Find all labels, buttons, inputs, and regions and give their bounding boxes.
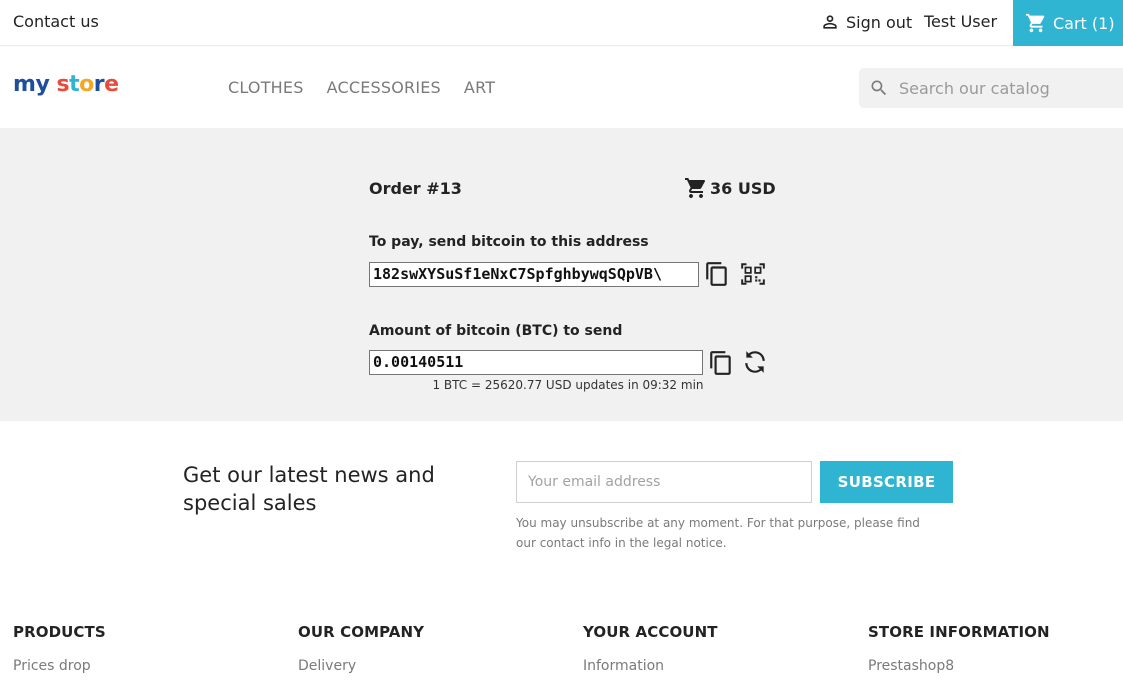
show-qr-button[interactable]: [739, 260, 767, 288]
user-account-link[interactable]: Test User: [924, 12, 997, 31]
search-icon[interactable]: [869, 78, 889, 98]
footer-link-prices-drop[interactable]: Prices drop: [13, 658, 106, 674]
newsletter-email-input[interactable]: [516, 461, 812, 503]
store-logo[interactable]: my store: [13, 72, 119, 97]
btc-amount-field[interactable]: 0.00140511: [369, 350, 703, 375]
address-label: To pay, send bitcoin to this address: [369, 234, 649, 250]
nav-art[interactable]: ART: [464, 78, 495, 97]
nav-clothes[interactable]: CLOTHES: [228, 78, 304, 97]
cart-label: Cart (1): [1053, 13, 1115, 33]
footer-store-name: Prestashop8: [868, 658, 955, 674]
nav-accessories[interactable]: ACCESSORIES: [327, 78, 441, 97]
main-nav: CLOTHES ACCESSORIES ART: [228, 78, 495, 97]
btc-address-field[interactable]: 182swXYSuSf1eNxC7SpfghbywqSQpVB\: [369, 262, 699, 287]
bitcoin-payment-panel: Order #13 36 USD To pay, send bitcoin to…: [0, 128, 1123, 421]
subscribe-button[interactable]: SUBSCRIBE: [820, 461, 953, 503]
footer-column-account: YOUR ACCOUNT Information: [583, 623, 718, 674]
order-number: Order #13: [369, 179, 462, 198]
amount-label: Amount of bitcoin (BTC) to send: [369, 323, 623, 339]
person-icon: [823, 15, 837, 29]
sign-out-label: Sign out: [846, 12, 913, 32]
cart-icon: [1025, 13, 1045, 33]
main-header: my store CLOTHES ACCESSORIES ART: [0, 47, 1123, 128]
top-bar: Contact us Sign out Test User Cart (1): [0, 0, 1123, 46]
order-total: 36 USD: [684, 176, 776, 200]
exchange-rate-text: 1 BTC = 25620.77 USD updates in 09:32 mi…: [432, 378, 704, 392]
footer-column-company: OUR COMPANY Delivery: [298, 623, 424, 674]
footer-link-delivery[interactable]: Delivery: [298, 658, 424, 674]
footer-column-products: PRODUCTS Prices drop: [13, 623, 106, 674]
refresh-icon: [745, 351, 765, 373]
sign-out-link[interactable]: Sign out: [820, 12, 912, 32]
cart-icon: [685, 178, 706, 198]
qr-code-icon: [741, 263, 765, 285]
copy-amount-button[interactable]: [707, 349, 735, 377]
copy-icon: [710, 351, 731, 375]
footer-heading: PRODUCTS: [13, 623, 106, 641]
copy-icon: [706, 262, 727, 286]
footer-heading: YOUR ACCOUNT: [583, 623, 718, 641]
footer-column-store-info: STORE INFORMATION Prestashop8: [868, 623, 1050, 674]
search-input[interactable]: [899, 78, 1119, 98]
search-box: [859, 68, 1123, 108]
contact-us-link[interactable]: Contact us: [13, 12, 99, 31]
refresh-rate-button[interactable]: [741, 348, 769, 376]
newsletter-note: You may unsubscribe at any moment. For t…: [516, 516, 920, 550]
footer-heading: OUR COMPANY: [298, 623, 425, 641]
newsletter-title: Get our latest news and special sales: [183, 463, 435, 515]
copy-address-button[interactable]: [703, 260, 731, 288]
cart-button[interactable]: Cart (1): [1013, 0, 1123, 46]
order-total-value: 36 USD: [710, 178, 776, 198]
footer-heading: STORE INFORMATION: [868, 623, 1050, 641]
footer-link-information[interactable]: Information: [583, 658, 718, 674]
